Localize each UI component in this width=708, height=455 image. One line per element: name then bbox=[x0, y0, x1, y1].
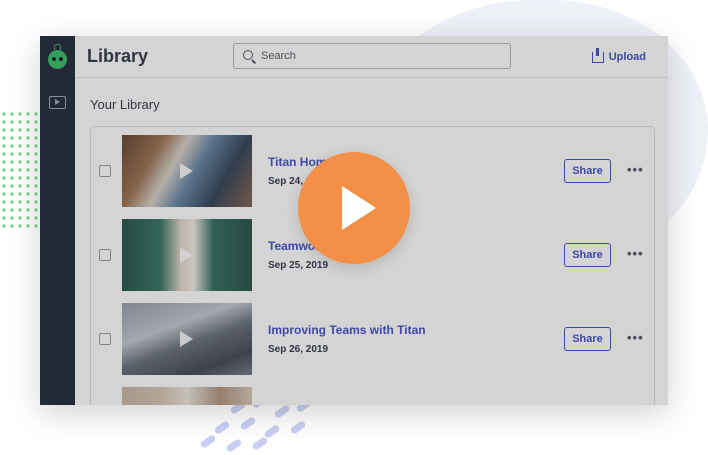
play-video-button[interactable] bbox=[298, 152, 410, 264]
decorative-dashes bbox=[199, 394, 340, 453]
decorative-dots bbox=[0, 110, 42, 230]
